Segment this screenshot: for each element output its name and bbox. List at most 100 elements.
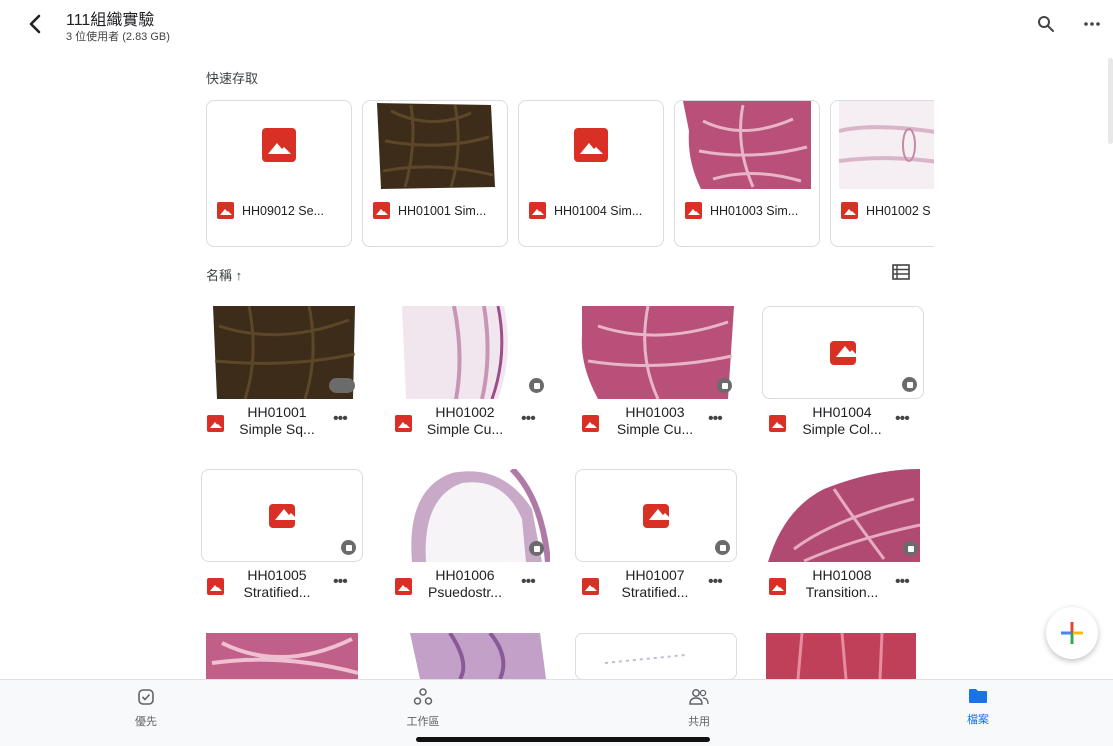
quick-access-card[interactable]: HH01004 Sim... [518,100,664,247]
file-thumbnail [575,469,737,562]
file-more-button[interactable]: ••• [708,573,723,591]
file-name: HH01004 Sim... [554,203,643,218]
file-grid-item[interactable]: HH01008 Transition... ••• [762,469,932,609]
search-button[interactable] [1034,12,1058,36]
file-thumbnail [209,306,359,399]
quick-access-card[interactable]: HH01001 Sim... [362,100,508,247]
quick-access-card[interactable]: HH01002 S [830,100,934,247]
file-thumbnail [394,306,550,399]
image-file-icon [582,578,599,595]
nav-priority-label: 優先 [135,716,157,728]
bottom-navigation: 優先 工作區 共用 檔案 [0,679,1113,746]
file-name: HH01003 Sim... [710,203,799,218]
list-view-icon [892,264,910,280]
file-thumbnail [578,306,738,399]
file-name-line2: Simple Col... [802,421,882,437]
file-more-button[interactable]: ••• [333,410,348,428]
file-grid-item[interactable] [202,633,362,679]
file-thumbnail [762,306,924,399]
file-badge [902,377,917,392]
file-thumbnail [371,101,499,189]
folder-icon [969,689,987,703]
file-thumbnail [575,633,737,679]
file-name-line1: HH01008 [812,567,872,583]
file-name-line2: Transition... [805,584,879,600]
file-name-line1: HH01007 [625,567,685,583]
file-badge [529,378,544,393]
more-options-button[interactable] [1080,12,1104,36]
plus-icon [1061,622,1083,644]
image-file-icon [269,503,298,528]
nav-files[interactable]: 檔案 [938,688,1018,727]
file-thumbnail [201,469,363,562]
image-file-icon [769,578,786,595]
image-file-icon [582,415,599,432]
file-grid-item[interactable] [575,633,737,679]
file-name-line1: HH01001 [247,404,307,420]
file-more-button[interactable]: ••• [895,573,910,591]
image-file-icon [262,128,296,162]
file-more-button[interactable]: ••• [333,573,348,591]
file-thumbnail [392,469,550,562]
file-grid-item[interactable]: HH01004 Simple Col... ••• [762,306,932,446]
file-thumbnail [527,101,655,189]
home-indicator [416,737,710,742]
file-name-line2: Simple Cu... [616,421,694,437]
quick-access-card[interactable]: HH09012 Se... [206,100,352,247]
file-more-button[interactable]: ••• [521,410,536,428]
file-name-line1: HH01003 [625,404,685,420]
file-name-line2: Stratified... [621,584,689,600]
file-name-line1: HH01002 [435,404,495,420]
file-name-line2: Stratified... [243,584,311,600]
sort-by-name-button[interactable]: 名稱 ↑ [206,265,242,284]
file-thumbnail [215,101,343,189]
file-thumbnail [683,101,811,189]
file-grid-item[interactable]: HH01003 Simple Cu... ••• [575,306,745,446]
list-view-toggle[interactable] [892,264,910,280]
file-more-button[interactable]: ••• [521,573,536,591]
nav-workspace-label: 工作區 [406,716,440,728]
image-file-icon [217,202,234,219]
image-file-icon [685,202,702,219]
file-thumbnail [762,633,922,679]
file-name: HH01001 Sim... [398,203,487,218]
file-grid-item[interactable]: HH01002 Simple Cu... ••• [388,306,558,446]
file-name: HH09012 Se... [242,203,324,218]
file-thumbnail [390,633,550,679]
image-file-icon [841,202,858,219]
file-grid-item[interactable]: HH01005 Stratified... ••• [200,469,370,609]
file-badge [529,541,544,556]
nav-priority[interactable]: 優先 [106,688,186,729]
file-grid-item[interactable]: HH01006 Psuedostr... ••• [388,469,558,609]
check-circle-icon [138,689,154,705]
file-badge [717,378,732,393]
file-grid-item[interactable] [762,633,922,679]
shared-people-icon [689,689,709,705]
file-grid-item[interactable]: HH01007 Stratified... ••• [575,469,745,609]
file-grid-item[interactable] [390,633,550,679]
quick-access-card[interactable]: HH01003 Sim... [674,100,820,247]
file-name: HH01002 S [866,203,931,218]
file-badge [341,540,356,555]
create-new-button[interactable] [1046,607,1098,659]
workspace-icon [413,688,433,705]
file-name-line1: HH01005 [247,567,307,583]
search-icon [1038,16,1054,32]
scroll-indicator [1108,58,1113,144]
file-more-button[interactable]: ••• [708,410,723,428]
image-file-icon [830,340,859,365]
file-thumbnail [202,633,362,679]
image-file-icon [574,128,608,162]
nav-shared[interactable]: 共用 [659,688,739,729]
nav-workspace[interactable]: 工作區 [383,688,463,729]
nav-files-label: 檔案 [967,714,989,726]
nav-shared-label: 共用 [688,716,710,728]
file-grid-item[interactable]: HH01001 Simple Sq... ••• [200,306,370,446]
file-thumbnail [839,101,934,189]
file-name-line1: HH01004 [812,404,872,420]
file-name-line1: HH01006 [435,567,495,583]
file-more-button[interactable]: ••• [895,410,910,428]
more-horizontal-icon [1084,22,1100,26]
image-file-icon [529,202,546,219]
image-file-icon [769,415,786,432]
